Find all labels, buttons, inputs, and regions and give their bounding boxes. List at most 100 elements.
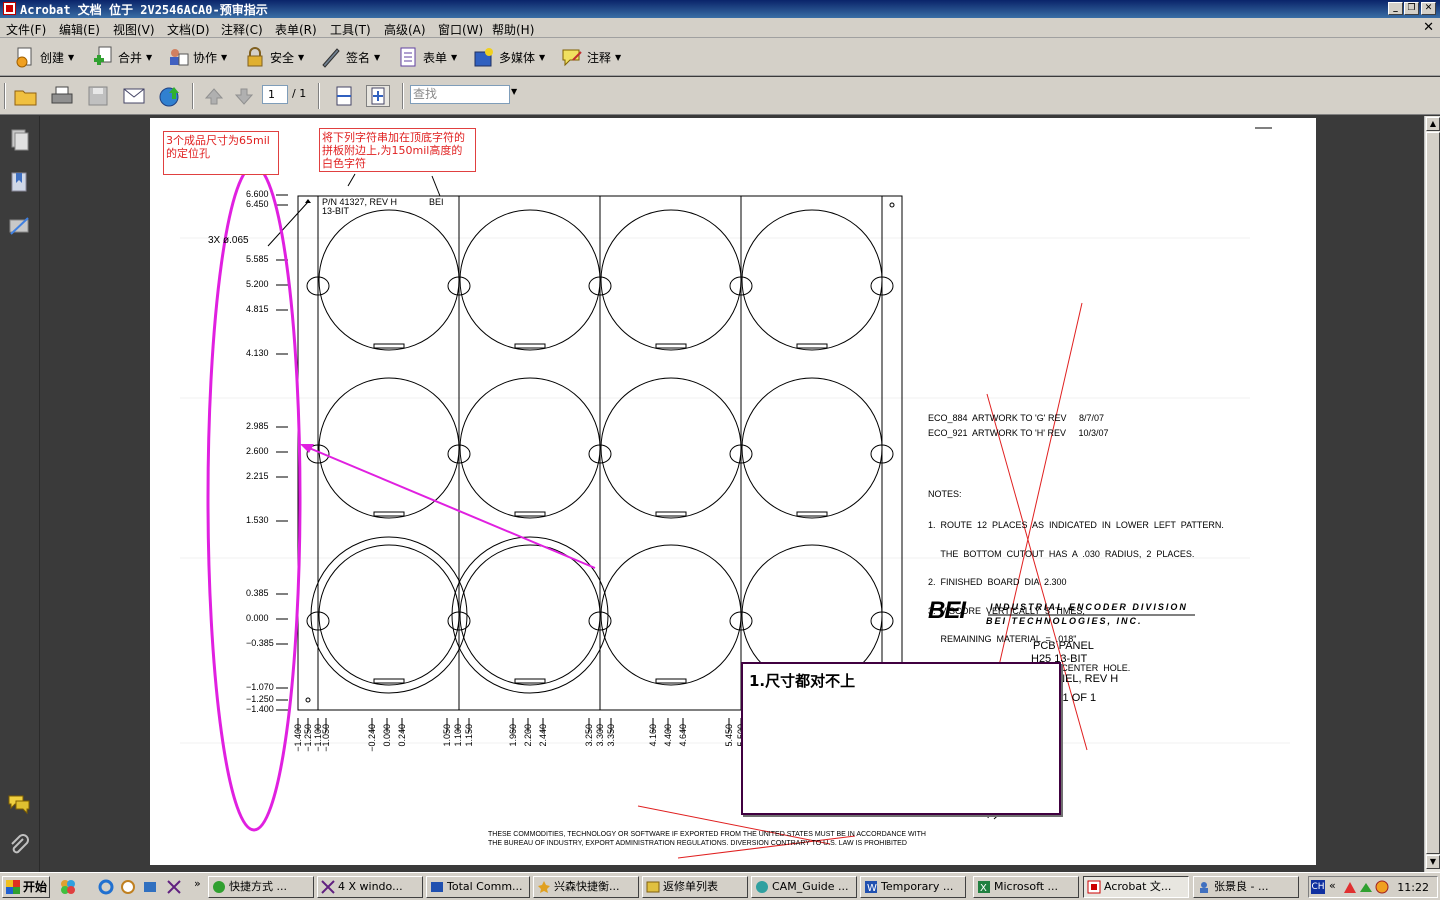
title-bar: Acrobat 文档 位于 2V2546ACA0-预审指示 _ ❐ ✕ (0, 0, 1440, 18)
signatures-icon[interactable] (8, 214, 30, 238)
menu-document[interactable]: 文档(D) (167, 21, 210, 38)
menu-bar: 文件(F) 编辑(E) 视图(V) 文档(D) 注释(C) 表单(R) 工具(T… (0, 18, 1440, 38)
board-outline (459, 544, 601, 686)
attachments-icon[interactable] (8, 834, 30, 858)
clock-icon[interactable] (120, 879, 136, 895)
language-indicator[interactable]: CH (1311, 880, 1325, 894)
tray-qq-icon[interactable] (1375, 880, 1389, 894)
next-page-icon[interactable] (232, 85, 256, 107)
svg-text:X: X (980, 883, 987, 894)
lock-icon (244, 46, 266, 68)
tray-app-icon[interactable] (1359, 880, 1373, 894)
save-icon[interactable] (86, 85, 110, 107)
task-repair-list-label: 返修单列表 (663, 880, 718, 893)
multimedia-icon (473, 46, 495, 68)
task-user-chat[interactable]: 张景良 - ... (1193, 876, 1299, 898)
task-shortcuts[interactable]: 快捷方式 ... (208, 876, 314, 898)
task-cam-guide-icon (755, 880, 769, 894)
task-total-commander[interactable]: Total Comm... (426, 876, 530, 898)
fit-page-icon[interactable] (366, 85, 390, 107)
ie-icon[interactable] (98, 879, 114, 895)
bookmarks-icon[interactable] (8, 170, 30, 194)
single-page-icon[interactable] (332, 85, 356, 107)
vertical-scrollbar[interactable]: ▲ ▼ (1424, 116, 1440, 872)
board-outline (318, 377, 460, 519)
export-notice-line1: THESE COMMODITIES, TECHNOLOGY OR SOFTWAR… (488, 831, 926, 838)
menu-window[interactable]: 窗口(W) (438, 21, 483, 38)
comment-text[interactable]: 1.尺寸都对不上 (749, 670, 855, 691)
menu-forms[interactable]: 表单(R) (275, 21, 317, 38)
task-temporary[interactable]: W Temporary ... (860, 876, 966, 898)
close-document-icon[interactable]: ✕ (1423, 20, 1434, 35)
forms-button[interactable]: 表单 ▼ (397, 46, 457, 68)
page-number-input[interactable]: 1 (262, 85, 288, 104)
menu-file[interactable]: 文件(F) (6, 21, 46, 38)
security-button[interactable]: 安全 ▼ (244, 46, 304, 68)
collaborate-button[interactable]: 协作 ▼ (167, 46, 227, 68)
comment-popup[interactable]: 1.尺寸都对不上 (741, 662, 1061, 815)
task-cam-guide[interactable]: CAM_Guide ... (751, 876, 857, 898)
task-acrobat[interactable]: Acrobat 文... (1083, 876, 1189, 898)
print-icon[interactable] (50, 85, 74, 107)
svg-text:W: W (867, 883, 877, 894)
multimedia-button[interactable]: 多媒体 ▼ (473, 46, 545, 68)
search-dropdown-icon[interactable]: ▼ (511, 87, 517, 96)
menu-help[interactable]: 帮助(H) (492, 21, 534, 38)
task-xingsen[interactable]: 兴森快捷衡... (533, 876, 639, 898)
email-icon[interactable] (122, 85, 146, 107)
tray-network-icon[interactable] (1343, 880, 1357, 894)
menu-view[interactable]: 视图(V) (113, 21, 155, 38)
scroll-down-icon[interactable]: ▼ (1426, 855, 1440, 869)
taskbar: 开始 » 快捷方式 ... 4 X windo... Total Comm...… (0, 872, 1440, 900)
sign-button[interactable]: 签名 ▼ (320, 46, 380, 68)
y-dimension-label: 0.385 (246, 588, 269, 598)
web-upload-icon[interactable] (158, 85, 182, 107)
board-cutout (373, 343, 405, 349)
pages-icon[interactable] (8, 128, 30, 152)
task-repair-list-icon (646, 880, 660, 894)
combine-button[interactable]: 合并 ▼ (92, 46, 152, 68)
menu-tools[interactable]: 工具(T) (330, 21, 371, 38)
task-microsoft[interactable]: X Microsoft ... (973, 876, 1079, 898)
collaborate-label: 协作 (193, 50, 218, 65)
x-dimension-label: 5.450 (724, 724, 734, 747)
create-button[interactable]: 创建 ▼ (14, 46, 74, 68)
comment-button[interactable]: 注释 ▼ (561, 46, 621, 68)
outlook-icon[interactable] (142, 879, 158, 895)
minimize-button[interactable]: _ (1388, 2, 1403, 15)
toolbar-separator (318, 83, 320, 109)
acrobat-app-icon[interactable] (3, 2, 16, 15)
task-x-windows[interactable]: 4 X windo... (317, 876, 423, 898)
task-repair-list[interactable]: 返修单列表 (642, 876, 748, 898)
scroll-up-icon[interactable]: ▲ (1426, 117, 1440, 131)
combine-files-icon (92, 46, 114, 68)
note-locating-holes-text: 3个成品尺寸为65mil 的定位孔 (166, 134, 270, 160)
note-marking-string-text: 将下列字符串加在顶底字符的 拼板附边上,为150mil高度的 白色字符 (322, 131, 465, 170)
quicklaunch-more-icon[interactable]: » (194, 877, 201, 890)
hole-dimension: 3X ø.065 (208, 235, 249, 246)
open-folder-icon[interactable] (14, 85, 38, 107)
search-input[interactable]: 查找 (410, 85, 510, 104)
restore-button[interactable]: ❐ (1404, 2, 1419, 15)
acrobat-window: Acrobat 文档 位于 2V2546ACA0-预审指示 _ ❐ ✕ 文件(F… (0, 0, 1440, 900)
task-temporary-icon: W (864, 880, 878, 894)
eco-884-id: ECO_884 (928, 413, 968, 423)
close-window-button[interactable]: ✕ (1421, 2, 1436, 15)
menu-comment[interactable]: 注释(C) (221, 21, 263, 38)
quicklaunch-app-icon[interactable] (60, 879, 76, 895)
task-acrobat-icon (1087, 880, 1101, 894)
eco-884-date: 8/7/07 (1079, 413, 1105, 423)
previous-page-icon[interactable] (202, 85, 226, 107)
menu-advanced[interactable]: 高级(A) (384, 21, 426, 38)
x-app-icon[interactable] (166, 879, 182, 895)
menu-edit[interactable]: 编辑(E) (59, 21, 100, 38)
scroll-thumb[interactable] (1426, 132, 1440, 854)
task-cam-guide-label: CAM_Guide ... (772, 880, 849, 893)
tray-expand-icon[interactable]: « (1329, 879, 1336, 892)
window-title: Acrobat 文档 位于 2V2546ACA0-预审指示 (20, 3, 268, 17)
start-button[interactable]: 开始 (2, 876, 50, 898)
task-xingsen-label: 兴森快捷衡... (554, 880, 620, 893)
bit-label: 13-BIT (322, 206, 350, 216)
task-microsoft-label: Microsoft ... (994, 880, 1059, 893)
comments-panel-icon[interactable] (8, 792, 30, 816)
